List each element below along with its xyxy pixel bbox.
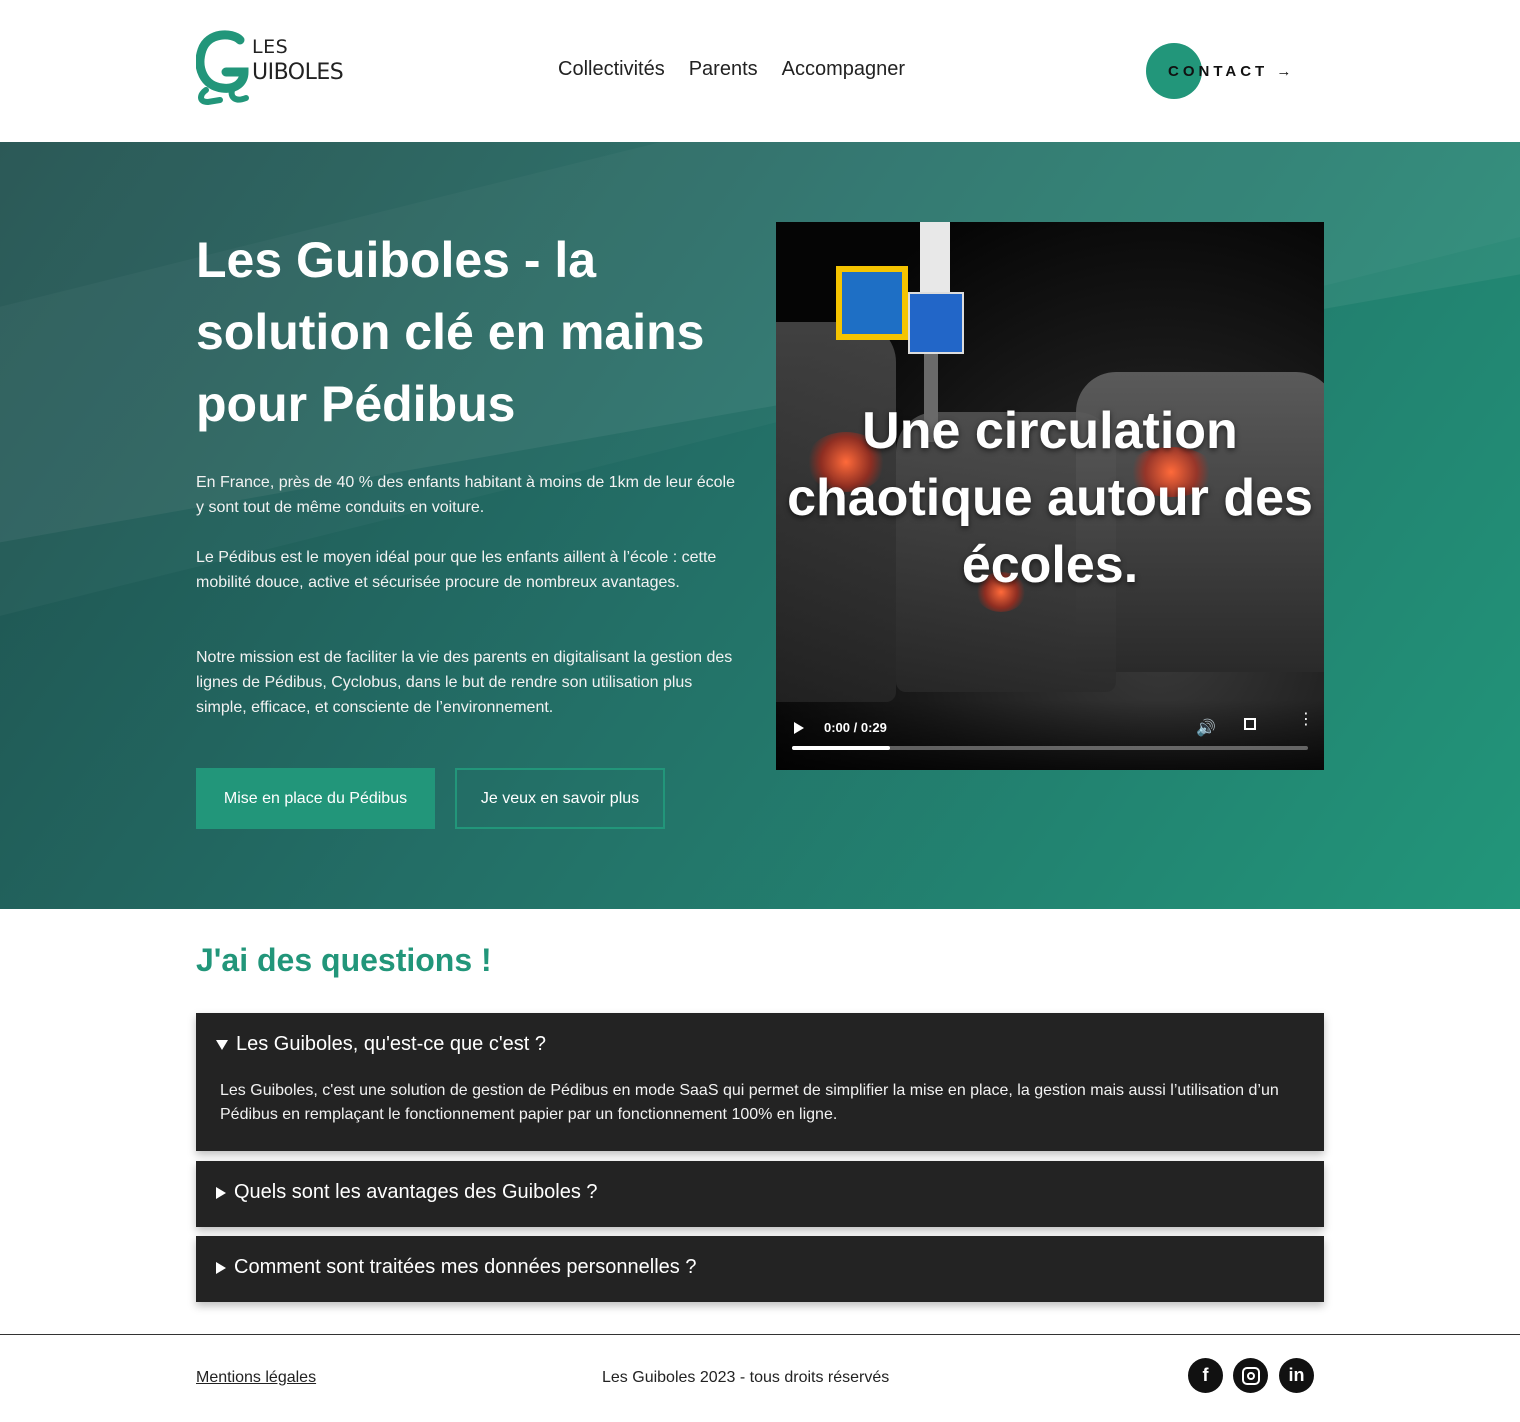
logo[interactable]: LES UIBOLES [196, 30, 356, 106]
faq-item[interactable]: Les Guiboles, qu'est-ce que c'est ? Les … [196, 1013, 1324, 1151]
site-header: LES UIBOLES Collectivités Parents Accomp… [0, 0, 1520, 142]
hero-section: Les Guiboles - la solution clé en mains … [0, 142, 1520, 909]
faq-question-text: Comment sont traitées mes données person… [234, 1256, 697, 1278]
contact-label: CONTACT → [1168, 63, 1296, 80]
hero-title: Les Guiboles - la solution clé en mains … [196, 232, 705, 432]
faq-question[interactable]: Quels sont les avantages des Guiboles ? [216, 1181, 598, 1204]
video-progress-fill [792, 746, 891, 750]
fullscreen-icon[interactable] [1244, 718, 1256, 730]
video-time: 0:00 / 0:29 [824, 720, 887, 735]
facebook-icon[interactable]: f [1188, 1358, 1223, 1393]
setup-pedibus-button[interactable]: Mise en place du Pédibus [196, 768, 435, 829]
copyright-text: Les Guiboles 2023 - tous droits réservés [602, 1369, 890, 1386]
faq-question-text: Quels sont les avantages des Guiboles ? [234, 1181, 598, 1203]
hero-paragraph: En France, près de 40 % des enfants habi… [196, 474, 735, 516]
triangle-right-icon [216, 1186, 226, 1199]
legal-notice-link[interactable]: Mentions légales [196, 1369, 316, 1387]
linkedin-icon[interactable]: in [1279, 1358, 1314, 1393]
volume-icon[interactable]: 🔊 [1196, 718, 1216, 738]
play-icon[interactable] [794, 722, 804, 734]
faq-answer: Les Guiboles, c'est une solution de gest… [220, 1082, 1279, 1123]
instagram-icon[interactable] [1233, 1358, 1268, 1393]
video-overlay-text: Une circulation chaotique autour des éco… [787, 402, 1313, 594]
video-player[interactable]: Une circulation chaotique autour des éco… [776, 222, 1324, 770]
main-nav: Collectivités Parents Accompagner [558, 58, 905, 81]
faq-item[interactable]: Comment sont traitées mes données person… [196, 1236, 1324, 1302]
video-arrow-sign [908, 292, 964, 354]
logo-word-les: LES [252, 36, 289, 58]
hero-paragraph: Notre mission est de faciliter la vie de… [196, 649, 733, 716]
faq-question[interactable]: Comment sont traitées mes données person… [216, 1256, 696, 1279]
triangle-down-icon [216, 1039, 228, 1050]
nav-item-parents[interactable]: Parents [689, 58, 758, 81]
video-controls: 0:00 / 0:29 🔊 ⋮ [776, 700, 1324, 770]
contact-button[interactable]: CONTACT → [1146, 43, 1316, 99]
learn-more-button[interactable]: Je veux en savoir plus [455, 768, 665, 829]
faq-question[interactable]: Les Guiboles, qu'est-ce que c'est ? [216, 1033, 546, 1056]
video-progress-bar[interactable] [792, 746, 1308, 750]
triangle-right-icon [216, 1261, 226, 1274]
video-pedestrian-sign [836, 266, 908, 340]
video-road-sign [920, 222, 950, 292]
faq-title: J'ai des questions ! [196, 942, 492, 978]
nav-item-collectivites[interactable]: Collectivités [558, 58, 665, 81]
faq-item[interactable]: Quels sont les avantages des Guiboles ? [196, 1161, 1324, 1227]
hero-paragraph: Le Pédibus est le moyen idéal pour que l… [196, 549, 717, 591]
instagram-glyph [1241, 1366, 1260, 1385]
faq-question-text: Les Guiboles, qu'est-ce que c'est ? [236, 1033, 547, 1055]
nav-item-accompagner[interactable]: Accompagner [782, 58, 905, 81]
logo-g-icon [196, 30, 249, 106]
more-options-icon[interactable]: ⋮ [1298, 711, 1314, 727]
footer-divider [0, 1334, 1520, 1335]
logo-word-guiboles: UIBOLES [252, 60, 344, 85]
